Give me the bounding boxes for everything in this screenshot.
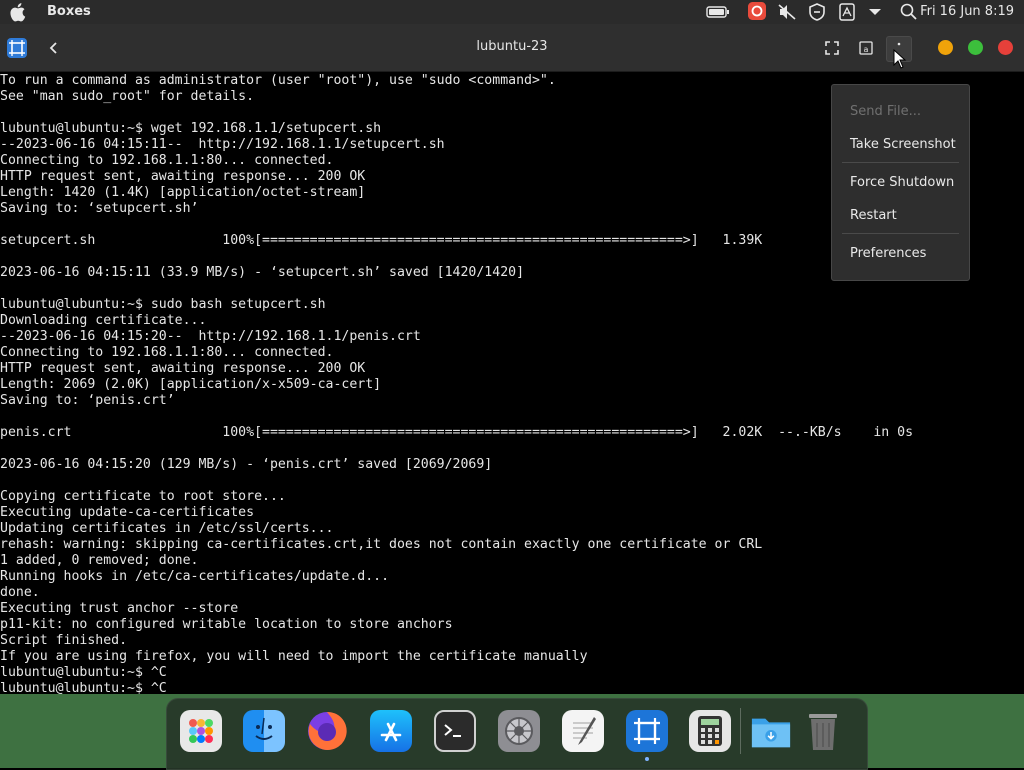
shield-icon[interactable]: [808, 3, 826, 21]
battery-icon[interactable]: [706, 3, 730, 21]
terminal-line: lubuntu@lubuntu:~$ ^C: [0, 681, 167, 694]
terminal-line: Updating certificates in /etc/ssl/certs.…: [0, 521, 334, 536]
terminal-line: rehash: warning: skipping ca-certificate…: [0, 537, 763, 552]
launchpad-icon[interactable]: [180, 710, 222, 752]
app-name[interactable]: Boxes: [47, 4, 91, 19]
vm-menu-popover: Send File... Take Screenshot Force Shutd…: [831, 84, 970, 281]
terminal-line: Downloading certificate...: [0, 313, 207, 328]
mute-icon[interactable]: [777, 3, 797, 21]
terminal-line: Running hooks in /etc/ca-certificates/up…: [0, 569, 390, 584]
menu-item-preferences[interactable]: Preferences: [850, 246, 926, 261]
terminal-line: 2023-06-16 04:15:20 (129 MB/s) - ‘penis.…: [0, 457, 493, 472]
terminal-line: done.: [0, 585, 40, 600]
menu-item-send-file[interactable]: Send File...: [850, 104, 921, 119]
mouse-cursor-icon: [893, 49, 907, 69]
finder-icon[interactable]: [243, 710, 285, 752]
terminal-line: Script finished.: [0, 633, 128, 648]
text-editor-icon[interactable]: [562, 710, 604, 752]
fullscreen-button[interactable]: [820, 36, 844, 60]
terminal-line: lubuntu@lubuntu:~$ sudo bash setupcert.s…: [0, 297, 326, 312]
clock[interactable]: Fri 16 Jun 8:19: [920, 4, 1014, 19]
keyboard-button[interactable]: a: [854, 36, 878, 60]
menu-item-restart[interactable]: Restart: [850, 208, 897, 223]
terminal-line: Copying certificate to root store...: [0, 489, 286, 504]
terminal-line: Connecting to 192.168.1.1:80... connecte…: [0, 345, 334, 360]
keyboard-icon: a: [859, 41, 873, 55]
minimize-button[interactable]: [938, 40, 953, 55]
dock-separator: [740, 708, 741, 754]
search-icon[interactable]: [899, 3, 919, 21]
top-bar: Boxes Fri 16 Jun 8:19: [0, 0, 1024, 24]
terminal-line: 1 added, 0 removed; done.: [0, 553, 199, 568]
menu-separator: [842, 162, 959, 163]
system-settings-icon[interactable]: [498, 710, 540, 752]
terminal-line: Executing trust anchor --store: [0, 601, 239, 616]
terminal-line: penis.crt 100%[=========================…: [0, 425, 914, 440]
close-button[interactable]: [998, 40, 1013, 55]
window-header: lubuntu-23 a: [0, 24, 1024, 72]
fullscreen-icon: [825, 41, 839, 55]
terminal-line: --2023-06-16 04:15:20-- http://192.168.1…: [0, 329, 421, 344]
maximize-button[interactable]: [968, 40, 983, 55]
menu-separator: [842, 233, 959, 234]
downloads-folder-icon[interactable]: [750, 710, 792, 752]
menu-item-force-shutdown[interactable]: Force Shutdown: [850, 175, 954, 190]
app-store-icon[interactable]: [370, 710, 412, 752]
document-icon[interactable]: [838, 3, 856, 21]
terminal-line: Length: 2069 (2.0K) [application/x-x509-…: [0, 377, 382, 392]
firefox-icon[interactable]: [306, 710, 348, 752]
terminal-line: p11-kit: no configured writable location…: [0, 617, 453, 632]
menu-item-take-screenshot[interactable]: Take Screenshot: [850, 137, 956, 152]
apple-logo-icon[interactable]: [10, 2, 28, 22]
svg-text:a: a: [864, 45, 869, 54]
active-app-indicator: [645, 757, 649, 761]
app-indicator-icon[interactable]: [747, 2, 767, 20]
trash-icon[interactable]: [802, 710, 844, 752]
terminal-line: HTTP request sent, awaiting response... …: [0, 361, 366, 376]
terminal-icon[interactable]: [434, 710, 476, 752]
chevron-down-icon[interactable]: [867, 3, 883, 21]
terminal-line: Saving to: ‘penis.crt’: [0, 393, 175, 408]
terminal-line: If you are using firefox, you will need …: [0, 649, 588, 664]
terminal-line: Executing update-ca-certificates: [0, 505, 255, 520]
calculator-icon[interactable]: [689, 710, 731, 752]
terminal-line: lubuntu@lubuntu:~$ ^C: [0, 665, 167, 680]
boxes-icon[interactable]: [626, 710, 668, 752]
